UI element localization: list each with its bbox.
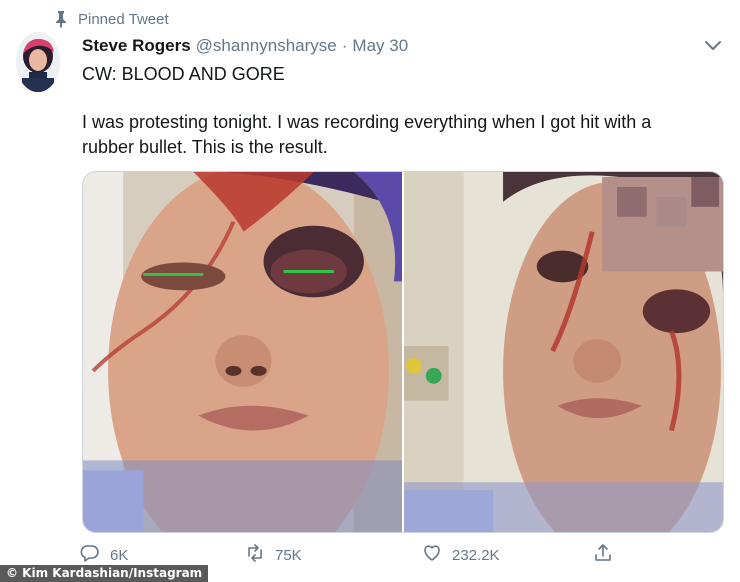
share-button[interactable] [593, 543, 613, 567]
share-icon [593, 543, 613, 567]
author-handle[interactable]: @shannynsharyse [196, 36, 337, 56]
like-count: 232.2K [452, 546, 500, 564]
pin-icon [54, 10, 68, 28]
avatar[interactable] [16, 32, 60, 92]
retweet-count: 75K [275, 546, 302, 564]
tweet-date[interactable]: May 30 [352, 36, 408, 56]
like-button[interactable]: 232.2K [422, 543, 500, 567]
reply-icon [80, 543, 100, 567]
tweet-text-line-2: rubber bullet. This is the result. [82, 137, 328, 157]
pinned-tweet-indicator: Pinned Tweet [54, 9, 169, 29]
tweet-media [82, 171, 724, 533]
tweet-header: Steve Rogers @shannynsharyse · May 30 [82, 35, 680, 57]
retweet-button[interactable]: 75K [245, 543, 302, 567]
pinned-label: Pinned Tweet [78, 10, 169, 28]
author-name[interactable]: Steve Rogers [82, 36, 191, 56]
tweet-photo-2[interactable] [404, 172, 723, 532]
heart-icon [422, 543, 442, 567]
reply-count: 6K [110, 546, 129, 564]
photo-credit: © Kim Kardashian/Instagram [0, 565, 209, 582]
retweet-icon [245, 543, 265, 567]
content-warning: CW: BLOOD AND GORE [82, 64, 285, 84]
chevron-down-icon[interactable] [704, 38, 722, 52]
tweet-photo-1[interactable] [83, 172, 402, 532]
reply-button[interactable]: 6K [80, 543, 128, 567]
tweet-text-line-1: I was protesting tonight. I was recordin… [82, 112, 652, 132]
separator-dot: · [341, 36, 348, 55]
